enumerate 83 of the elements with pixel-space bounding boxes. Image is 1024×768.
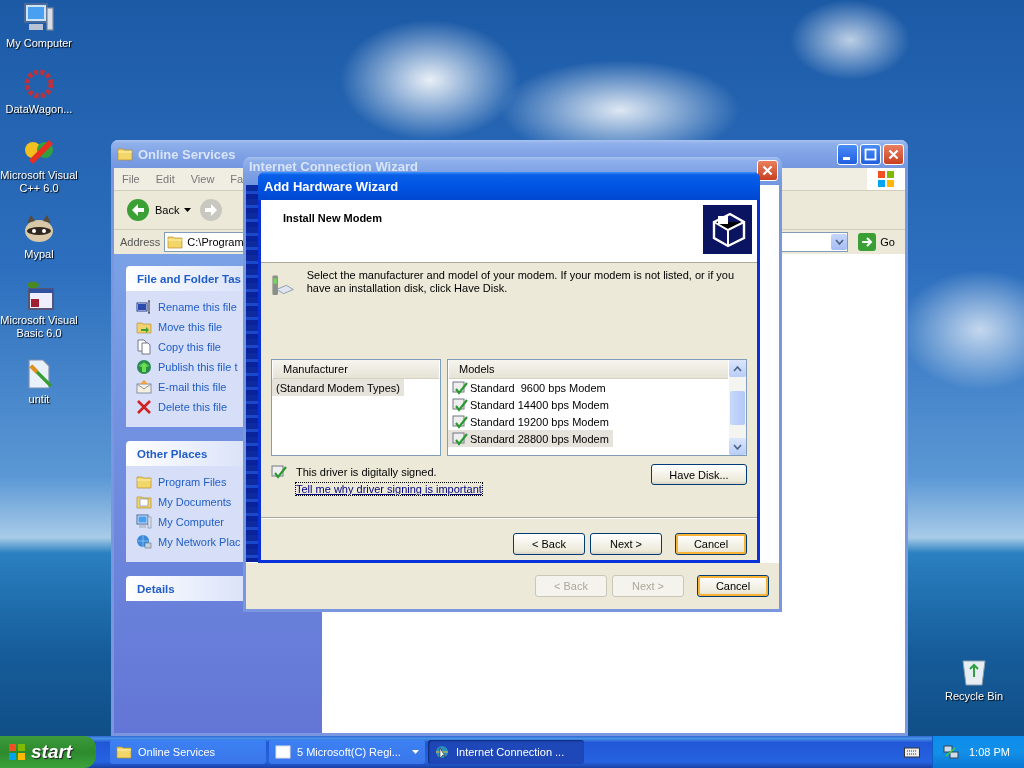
- window-title: Add Hardware Wizard: [264, 178, 400, 194]
- column-header[interactable]: Manufacturer: [273, 360, 439, 379]
- network-icon: [136, 534, 152, 550]
- desktop-icon-label[interactable]: Microsoft Visual Basic 6.0: [0, 314, 78, 340]
- address-label: Address: [120, 236, 161, 248]
- computer-icon: [136, 514, 152, 530]
- start-button[interactable]: start: [0, 736, 96, 768]
- window-title: Internet Connection Wizard: [249, 160, 419, 174]
- ring-icon: [23, 68, 55, 100]
- scroll-up-icon[interactable]: [733, 365, 742, 372]
- desktop-icon-label[interactable]: My Computer: [6, 37, 72, 50]
- maximize-button[interactable]: [860, 143, 881, 165]
- windows-flag-icon: [877, 170, 895, 188]
- taskbar-button[interactable]: Internet Connection ...: [428, 740, 584, 764]
- signed-note: This driver is digitally signed.: [296, 466, 437, 478]
- folder-icon: [116, 744, 132, 760]
- desktop-icon-label[interactable]: Recycle Bin: [944, 690, 1004, 703]
- close-button[interactable]: [883, 143, 904, 165]
- taskbar-button[interactable]: Online Services: [110, 740, 266, 764]
- task-link[interactable]: Move this file: [158, 321, 223, 333]
- folder-icon: [117, 146, 133, 162]
- scrollbar[interactable]: [729, 360, 746, 455]
- go-button[interactable]: Go: [852, 233, 901, 251]
- caret-icon[interactable]: [184, 208, 192, 212]
- minimize-icon: [843, 156, 850, 160]
- windows-flag-icon: [8, 743, 26, 761]
- window-icon: [275, 744, 291, 760]
- minimize-button[interactable]: [837, 143, 858, 165]
- delete-icon: [136, 399, 152, 415]
- manufacturer-list[interactable]: Manufacturer (Standard Modem Types): [271, 359, 441, 456]
- wizard-button[interactable]: Cancel: [697, 575, 769, 597]
- envelope-icon: [136, 379, 152, 395]
- have-disk-button[interactable]: Have Disk...: [651, 464, 747, 485]
- raccoon-icon: [23, 213, 55, 245]
- signed-driver-icon: [271, 464, 287, 480]
- task-link[interactable]: My Network Plac: [158, 536, 241, 548]
- desktop-icon-label[interactable]: untit: [28, 393, 50, 406]
- task-link[interactable]: My Documents: [158, 496, 232, 508]
- list-item[interactable]: Standard 9600 bps Modem: [448, 379, 610, 396]
- wizard-button[interactable]: < Back: [513, 533, 585, 555]
- task-link[interactable]: Program Files: [158, 476, 227, 488]
- computer-icon: [23, 2, 55, 34]
- task-link[interactable]: Publish this file t: [158, 361, 238, 373]
- task-link[interactable]: Delete this file: [158, 401, 228, 413]
- clock: 1:08 PM: [969, 746, 1010, 758]
- network-icon[interactable]: [943, 744, 959, 760]
- signed-driver-icon: [452, 430, 468, 447]
- desktop-icon-label[interactable]: Mypal: [24, 248, 54, 261]
- task-link[interactable]: E-mail this file: [158, 381, 227, 393]
- signed-driver-icon: [452, 379, 468, 396]
- desktop-icon-label[interactable]: DataWagon...: [5, 103, 73, 116]
- documents-icon: [136, 339, 152, 355]
- signed-driver-icon: [452, 413, 468, 430]
- list-item[interactable]: Standard 28800 bps Modem: [448, 430, 613, 447]
- documents-folder-icon: [136, 494, 152, 510]
- menu-item[interactable]: Edit: [147, 173, 183, 185]
- wizard-heading: Install New Modem: [283, 212, 383, 226]
- folder-icon: [136, 474, 152, 490]
- menu-item[interactable]: File: [114, 173, 148, 185]
- models-list[interactable]: Models Standard 9600 bps Modem Standard 14400 bps Modem Standard 19200 bps Modem Standard 28800 bps Modem: [447, 359, 747, 456]
- window-cursor-icon: [136, 299, 152, 315]
- task-link[interactable]: Copy this file: [158, 341, 221, 353]
- signed-driver-icon: [452, 396, 468, 413]
- folder-icon: [167, 234, 184, 250]
- task-link[interactable]: Rename this file: [158, 301, 237, 313]
- globe-cursor-icon: [434, 744, 450, 760]
- scroll-down-icon[interactable]: [733, 443, 742, 450]
- wizard-button[interactable]: Next >: [590, 533, 662, 555]
- list-item[interactable]: (Standard Modem Types): [272, 379, 404, 396]
- menu-item[interactable]: View: [182, 173, 223, 185]
- back-button[interactable]: Back: [122, 198, 196, 222]
- list-item[interactable]: Standard 19200 bps Modem: [448, 413, 613, 430]
- driver-signing-link[interactable]: Tell me why driver signing is important: [296, 483, 482, 495]
- folder-arrow-icon: [136, 319, 152, 335]
- wizard-button[interactable]: Cancel: [675, 533, 747, 555]
- column-header[interactable]: Models: [449, 360, 728, 379]
- window-title: Online Services: [138, 146, 237, 162]
- taskbar-button[interactable]: 5 Microsoft(C) Regi...: [269, 740, 425, 764]
- keyboard-icon[interactable]: [904, 746, 920, 758]
- desktop-icon-label[interactable]: Microsoft Visual C++ 6.0: [0, 169, 78, 195]
- list-item[interactable]: Standard 14400 bps Modem: [448, 396, 613, 413]
- close-button[interactable]: [757, 160, 778, 181]
- task-link[interactable]: My Computer: [158, 516, 225, 528]
